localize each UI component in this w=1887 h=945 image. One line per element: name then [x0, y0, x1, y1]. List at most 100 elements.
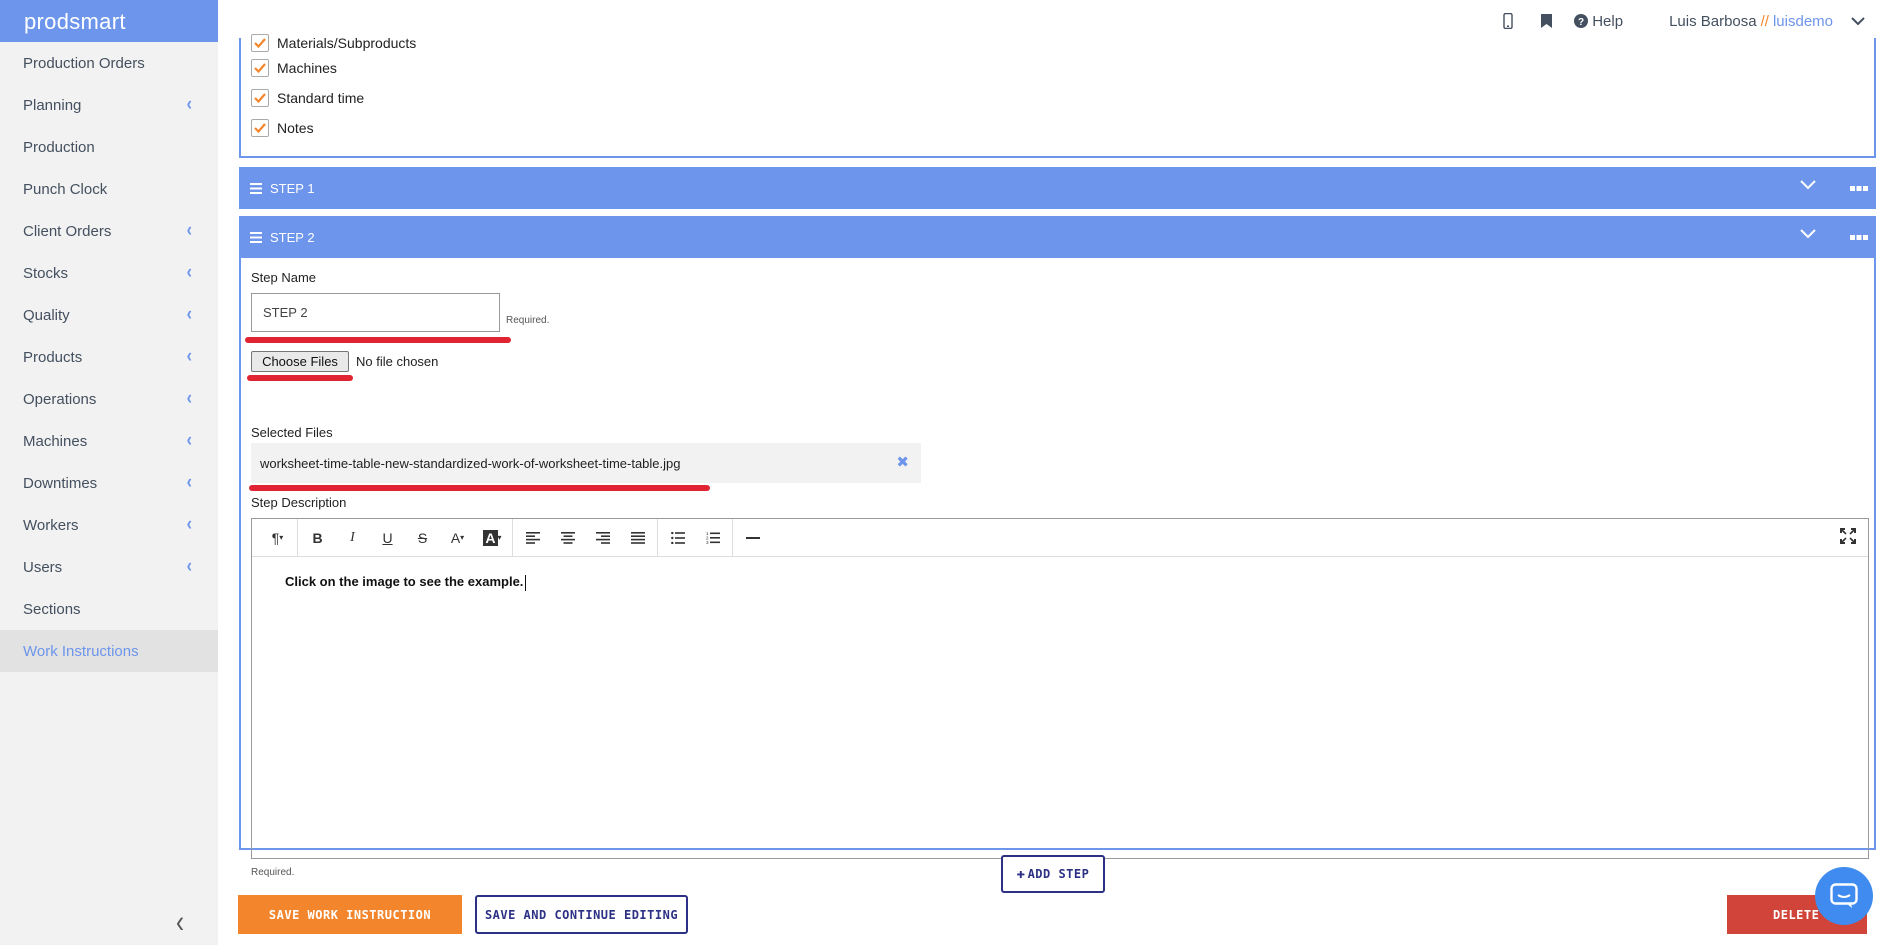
editor-toolbar: ¶ ▾ B I U S A ▾ A ▾ 123 [252, 518, 1868, 557]
remove-file-icon[interactable]: ✖ [896, 453, 909, 471]
save-work-instruction-button[interactable]: SAVE WORK INSTRUCTION [238, 895, 462, 934]
drag-handle-icon[interactable] [250, 182, 262, 194]
sidebar-item-label: Operations [23, 390, 97, 408]
chevron-left-icon: ‹ [186, 346, 192, 367]
step-name-input[interactable] [251, 293, 500, 332]
mobile-icon[interactable] [1503, 13, 1513, 29]
numbered-list-icon[interactable]: 123 [695, 519, 730, 557]
description-text: Click on the image to see the example. [285, 574, 524, 589]
bulleted-list-icon[interactable] [660, 519, 695, 557]
sidebar-item-label: Machines [23, 432, 88, 450]
strikethrough-icon[interactable]: S [405, 519, 440, 557]
bookmark-icon[interactable] [1541, 14, 1553, 28]
step-description-label: Step Description [251, 495, 347, 510]
option-notes[interactable]: Notes [251, 119, 314, 137]
sidebar: prodsmart Production Orders Planning ‹ Prod… [0, 0, 218, 945]
sidebar-item-workers[interactable]: Workers ‹ [0, 504, 218, 546]
chat-support-icon[interactable] [1815, 867, 1873, 925]
chevron-left-icon: ‹ [186, 220, 192, 241]
user-separator: // [1760, 12, 1769, 30]
sidebar-item-label: Users [23, 558, 63, 576]
selected-file-item: worksheet-time-table-new-standardized-wo… [251, 443, 921, 483]
step-options-panel: Materials/Subproducts Machines Standard … [239, 34, 1876, 158]
editor-content-area[interactable]: Click on the image to see the example. [252, 557, 1868, 591]
sidebar-item-sections[interactable]: Sections [0, 588, 218, 630]
align-justify-icon[interactable] [620, 519, 655, 557]
sidebar-item-users[interactable]: Users ‹ [0, 546, 218, 588]
step-2-header[interactable]: STEP 2 [239, 216, 1876, 258]
fullscreen-icon[interactable] [1840, 528, 1856, 549]
align-center-icon[interactable] [550, 519, 585, 557]
align-left-icon[interactable] [515, 519, 550, 557]
sidebar-item-punch-clock[interactable]: Punch Clock [0, 168, 218, 210]
step-name-required: Required. [506, 315, 550, 326]
checkbox-checked-icon[interactable] [251, 34, 269, 52]
step-name-label: Step Name [251, 270, 317, 285]
sidebar-item-label: Production [23, 138, 95, 156]
option-machines[interactable]: Machines [251, 59, 337, 77]
user-menu[interactable]: Luis Barbosa//luisdemo [1669, 13, 1833, 30]
description-required: Required. [251, 867, 295, 878]
sidebar-item-label: Products [23, 348, 83, 366]
collapse-sidebar-icon[interactable]: ‹ [176, 905, 184, 941]
help-link[interactable]: ? Help [1574, 13, 1623, 30]
more-options-icon[interactable] [1850, 229, 1868, 244]
italic-icon[interactable]: I [335, 519, 370, 557]
option-materials[interactable]: Materials/Subproducts [251, 34, 416, 52]
chevron-down-icon[interactable] [1800, 227, 1816, 242]
plus-icon: ✚ [1016, 866, 1026, 882]
sidebar-item-planning[interactable]: Planning ‹ [0, 84, 218, 126]
chevron-left-icon: ‹ [186, 94, 192, 115]
align-right-icon[interactable] [585, 519, 620, 557]
drag-handle-icon[interactable] [250, 231, 262, 243]
brand-logo[interactable]: prodsmart [0, 0, 218, 42]
checkbox-checked-icon[interactable] [251, 89, 269, 107]
bold-icon[interactable]: B [300, 519, 335, 557]
step-title: STEP 2 [270, 229, 315, 245]
chevron-left-icon: ‹ [186, 514, 192, 535]
sidebar-item-stocks[interactable]: Stocks ‹ [0, 252, 218, 294]
text-cursor [525, 574, 527, 591]
sidebar-item-label: Workers [23, 516, 79, 534]
step-title: STEP 1 [270, 180, 315, 196]
horizontal-rule-icon[interactable] [735, 519, 770, 557]
checkbox-checked-icon[interactable] [251, 59, 269, 77]
sidebar-item-products[interactable]: Products ‹ [0, 336, 218, 378]
rich-text-editor: ¶ ▾ B I U S A ▾ A ▾ 123 Click on the ima… [251, 518, 1869, 859]
option-standard-time[interactable]: Standard time [251, 89, 364, 107]
sidebar-item-label: Work Instructions [23, 642, 139, 660]
option-label: Machines [277, 60, 337, 76]
font-color-icon[interactable]: A ▾ [440, 519, 475, 557]
annotation-underline [247, 375, 353, 381]
no-file-chosen-text: No file chosen [356, 354, 439, 369]
more-options-icon[interactable] [1850, 180, 1868, 195]
selected-file-name[interactable]: worksheet-time-table-new-standardized-wo… [260, 456, 681, 471]
chevron-left-icon: ‹ [186, 388, 192, 409]
save-and-continue-button[interactable]: SAVE AND CONTINUE EDITING [475, 895, 688, 934]
option-label: Standard time [277, 90, 365, 106]
svg-text:3: 3 [706, 540, 709, 544]
sidebar-item-work-instructions[interactable]: Work Instructions [0, 630, 218, 672]
step-1-header[interactable]: STEP 1 [239, 167, 1876, 209]
sidebar-item-downtimes[interactable]: Downtimes ‹ [0, 462, 218, 504]
underline-icon[interactable]: U [370, 519, 405, 557]
chevron-down-icon[interactable] [1800, 178, 1816, 193]
sidebar-item-client-orders[interactable]: Client Orders ‹ [0, 210, 218, 252]
checkbox-checked-icon[interactable] [251, 119, 269, 137]
add-step-button[interactable]: ✚ ADD STEP [1001, 855, 1105, 893]
selected-files-label: Selected Files [251, 425, 333, 440]
sidebar-nav: Production Orders Planning ‹ Production Punc… [0, 42, 218, 672]
annotation-underline [245, 337, 511, 343]
add-step-label: ADD STEP [1027, 867, 1090, 881]
sidebar-item-quality[interactable]: Quality ‹ [0, 294, 218, 336]
choose-files-button[interactable]: Choose Files [251, 351, 349, 372]
background-color-icon[interactable]: A ▾ [475, 519, 510, 557]
help-label: Help [1592, 12, 1624, 30]
sidebar-item-production[interactable]: Production [0, 126, 218, 168]
sidebar-item-machines[interactable]: Machines ‹ [0, 420, 218, 462]
chevron-down-icon[interactable] [1851, 13, 1865, 30]
sidebar-item-operations[interactable]: Operations ‹ [0, 378, 218, 420]
sidebar-item-production-orders[interactable]: Production Orders [0, 42, 218, 84]
sidebar-item-label: Downtimes [23, 474, 98, 492]
paragraph-format-icon[interactable]: ¶ ▾ [260, 519, 295, 557]
